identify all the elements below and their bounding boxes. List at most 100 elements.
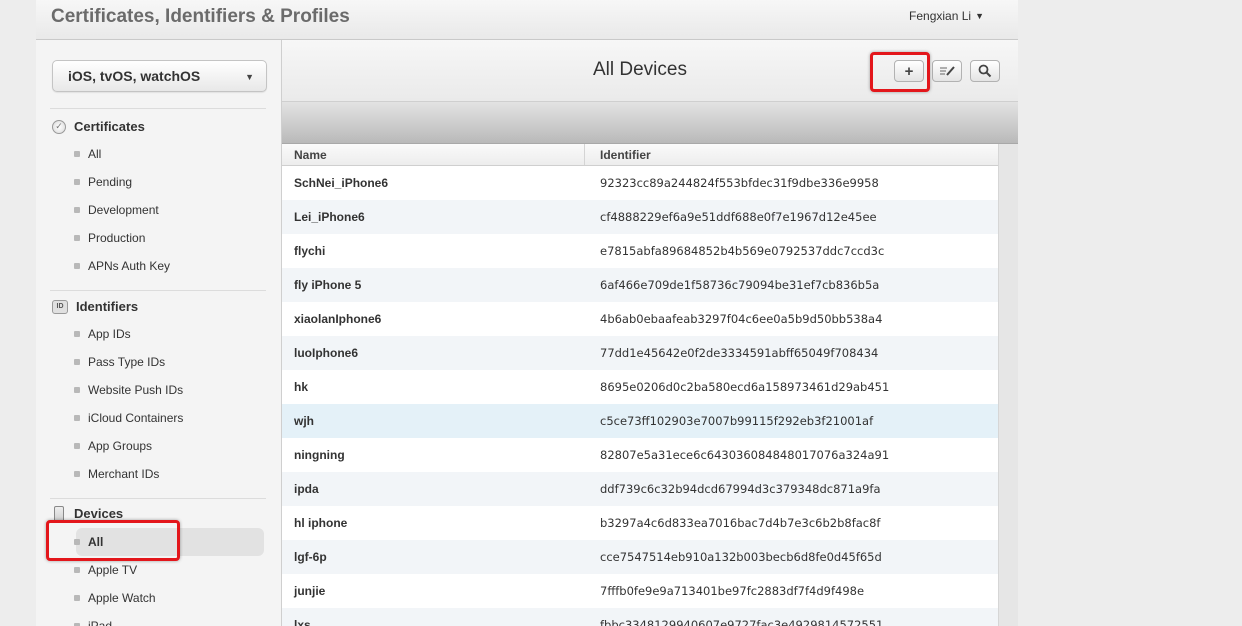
device-icon — [52, 505, 66, 522]
device-name: lxs — [294, 618, 311, 626]
section-divider — [50, 498, 266, 499]
sidebar-item-merchant-ids[interactable]: Merchant IDs — [74, 460, 264, 488]
table-row[interactable]: SchNei_iPhone6 92323cc89a244824f553bfdec3… — [282, 166, 998, 200]
platform-select[interactable]: iOS, tvOS, watchOS ▼ — [52, 60, 267, 92]
app-title: Certificates, Identifiers & Profiles — [51, 6, 350, 27]
sidebar-item-app-ids[interactable]: App IDs — [74, 320, 264, 348]
device-name: ningning — [294, 448, 345, 462]
device-name: wjh — [294, 414, 314, 428]
device-identifier: fbbc3348129940607e9727fac3e4929814572551 — [600, 618, 884, 626]
sidebar: iOS, tvOS, watchOS ▼ ✓ Certificates All … — [36, 40, 282, 626]
section-header-identifiers: ID Identifiers — [52, 299, 138, 314]
sidebar-item-certificates-all[interactable]: All — [74, 140, 264, 168]
sidebar-item-label: Development — [88, 203, 159, 217]
platform-select-value: iOS, tvOS, watchOS — [68, 68, 201, 84]
device-name: hk — [294, 380, 309, 394]
sidebar-item-certificates-pending[interactable]: Pending — [74, 168, 264, 196]
device-identifier: b3297a4c6d833ea7016bac7d4b7e3c6b2b8fac8f — [600, 516, 881, 530]
device-identifier: cce7547514eb910a132b003becb6d8fe0d45f65d — [600, 550, 882, 564]
edit-icon — [940, 66, 955, 76]
sidebar-item-app-groups[interactable]: App Groups — [74, 432, 264, 460]
page-title: All Devices — [593, 59, 687, 80]
device-name: luoIphone6 — [294, 346, 358, 360]
device-name: lgf-6p — [294, 550, 327, 564]
search-button[interactable] — [970, 60, 1000, 82]
device-identifier: 4b6ab0ebaafeab3297f04c6ee0a5b9d50bb538a4 — [600, 312, 883, 326]
device-identifier: 7fffb0fe9e9a713401be97fc2883df7f4d9f498e — [600, 584, 865, 598]
sidebar-item-certificates-development[interactable]: Development — [74, 196, 264, 224]
table-row[interactable]: hl iphone b3297a4c6d833ea7016bac7d4b7e3c6… — [282, 506, 998, 540]
table-row[interactable]: lxs fbbc3348129940607e9727fac3e4929814572… — [282, 608, 998, 626]
sidebar-item-website-push-ids[interactable]: Website Push IDs — [74, 376, 264, 404]
sidebar-item-certificates-production[interactable]: Production — [74, 224, 264, 252]
sidebar-item-label: APNs Auth Key — [88, 259, 171, 273]
sidebar-item-label: App Groups — [88, 439, 153, 453]
user-menu[interactable]: Fengxian Li ▼ — [909, 9, 984, 23]
table-row[interactable]: lgf-6p cce7547514eb910a132b003becb6d8fe0d… — [282, 540, 998, 574]
device-name: flychi — [294, 244, 326, 258]
bullet-icon — [74, 415, 80, 421]
sidebar-item-pass-type-ids[interactable]: Pass Type IDs — [74, 348, 264, 376]
table-body: SchNei_iPhone6 92323cc89a244824f553bfdec3… — [282, 166, 998, 626]
edit-button[interactable] — [932, 60, 962, 82]
bullet-icon — [74, 235, 80, 241]
bullet-icon — [74, 539, 80, 545]
device-name: hl iphone — [294, 516, 348, 530]
section-header-devices: Devices — [52, 505, 124, 522]
sidebar-item-label: Apple TV — [88, 563, 138, 577]
device-identifier: 8695e0206d0c2ba580ecd6a158973461d29ab451 — [600, 380, 890, 394]
bullet-icon — [74, 359, 80, 365]
sidebar-item-label: App IDs — [88, 327, 131, 341]
sidebar-item-label: Website Push IDs — [88, 383, 184, 397]
table-row[interactable]: junjie 7fffb0fe9e9a713401be97fc2883df7f4d… — [282, 574, 998, 608]
table-row[interactable]: ipda ddf739c6c32b94dcd67994d3c379348dc871… — [282, 472, 998, 506]
sidebar-item-icloud-containers[interactable]: iCloud Containers — [74, 404, 264, 432]
bullet-icon — [74, 331, 80, 337]
device-name: xiaolanIphone6 — [294, 312, 382, 326]
chevron-down-icon: ▼ — [245, 72, 254, 82]
device-identifier: 77dd1e45642e0f2de3334591abff65049f708434 — [600, 346, 879, 360]
device-identifier: 92323cc89a244824f553bfdec31f9dbe336e9958 — [600, 176, 879, 190]
scrollbar[interactable] — [998, 144, 1018, 626]
sidebar-item-ipad[interactable]: iPad — [74, 612, 264, 626]
device-name: junjie — [294, 584, 326, 598]
sidebar-item-label: All — [88, 535, 104, 549]
table-header: Name Identifier — [282, 144, 998, 166]
table-row[interactable]: hk 8695e0206d0c2ba580ecd6a158973461d29ab4… — [282, 370, 998, 404]
table-row[interactable]: luoIphone6 77dd1e45642e0f2de3334591abff65… — [282, 336, 998, 370]
bullet-icon — [74, 471, 80, 477]
bullet-icon — [74, 179, 80, 185]
add-device-button[interactable]: + — [894, 60, 924, 82]
bullet-icon — [74, 387, 80, 393]
certificate-icon: ✓ — [52, 119, 66, 134]
sidebar-item-label: Merchant IDs — [88, 467, 160, 481]
search-icon — [978, 64, 992, 78]
sidebar-item-label: iPad — [88, 619, 113, 626]
table-row[interactable]: flychi e7815abfa89684852b4b569e0792537ddc… — [282, 234, 998, 268]
table-row[interactable]: fly iPhone 5 6af466e709de1f58736c79094be3… — [282, 268, 998, 302]
column-header-identifier[interactable]: Identifier — [585, 144, 651, 165]
filter-bar — [282, 102, 1018, 144]
sidebar-item-apple-watch[interactable]: Apple Watch — [74, 584, 264, 612]
main-header: All Devices + — [282, 40, 1018, 102]
section-title: Certificates — [74, 119, 145, 134]
sidebar-item-label: Production — [88, 231, 146, 245]
sidebar-item-label: Pass Type IDs — [88, 355, 166, 369]
table-row[interactable]: ningning 82807e5a31ece6c64303608484801707… — [282, 438, 998, 472]
sidebar-item-apple-tv[interactable]: Apple TV — [74, 556, 264, 584]
table-row[interactable]: xiaolanIphone6 4b6ab0ebaafeab3297f04c6ee0… — [282, 302, 998, 336]
devices-table: Name Identifier SchNei_iPhone6 92323cc89a… — [282, 144, 998, 626]
device-identifier: c5ce73ff102903e7007b99115f292eb3f21001af — [600, 414, 874, 428]
table-row-hovered[interactable]: wjh c5ce73ff102903e7007b99115f292eb3f2100… — [282, 404, 998, 438]
column-header-name[interactable]: Name — [282, 144, 585, 165]
section-header-certificates: ✓ Certificates — [52, 119, 145, 134]
section-divider — [50, 290, 266, 291]
device-name: ipda — [294, 482, 319, 496]
sidebar-item-devices-all[interactable]: All — [74, 528, 264, 556]
device-identifier: ddf739c6c32b94dcd67994d3c379348dc871a9fa — [600, 482, 881, 496]
table-row[interactable]: Lei_iPhone6 cf4888229ef6a9e51ddf688e0f7e1… — [282, 200, 998, 234]
device-identifier: cf4888229ef6a9e51ddf688e0f7e1967d12e45ee — [600, 210, 877, 224]
section-title: Devices — [74, 506, 124, 521]
device-name: Lei_iPhone6 — [294, 210, 365, 224]
sidebar-item-certificates-apns-auth-key[interactable]: APNs Auth Key — [74, 252, 264, 280]
